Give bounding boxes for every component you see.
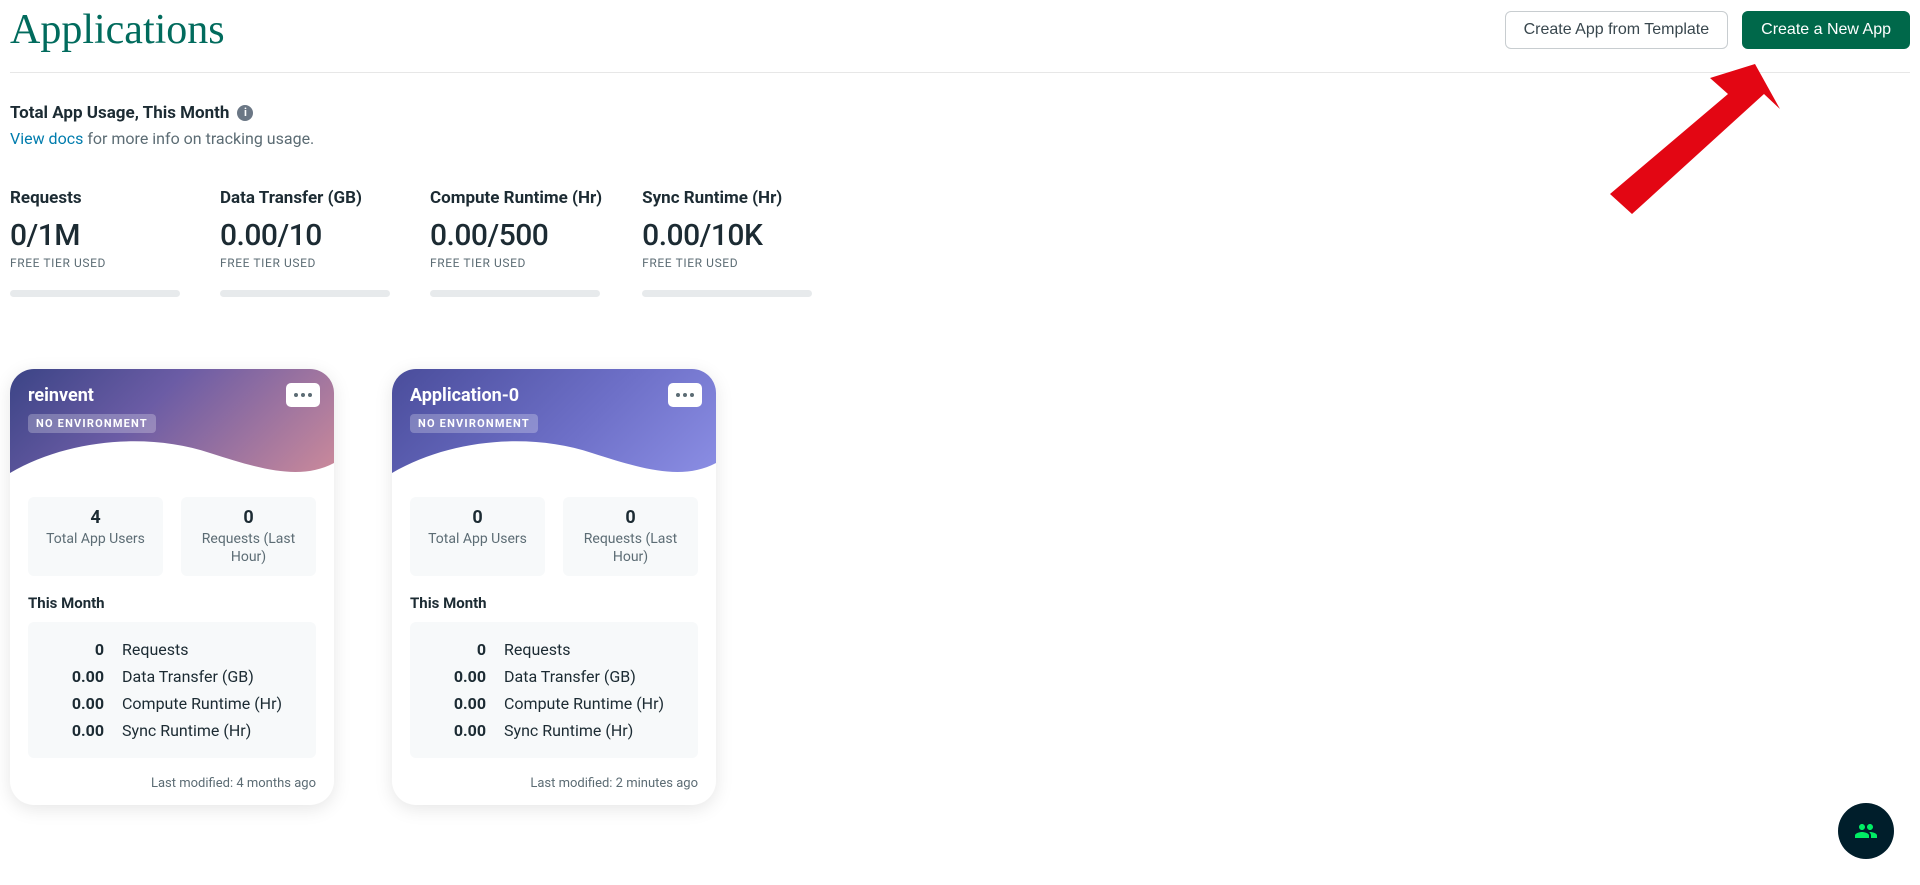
wave-decoration [10,433,334,488]
month-row: 0 Requests [42,636,302,663]
month-value: 0 [424,640,504,659]
usage-docs-suffix: for more info on tracking usage. [83,129,314,148]
metric-progress-bar [642,290,812,297]
stat-value: 0 [571,507,690,528]
month-value: 0.00 [42,721,122,740]
month-table: 0 Requests 0.00 Data Transfer (GB) 0.00 … [410,622,698,758]
month-row: 0.00 Sync Runtime (Hr) [42,717,302,744]
month-label: Requests [504,640,684,659]
stat-total-users: 0 Total App Users [410,497,545,576]
stat-label: Requests (Last Hour) [571,530,690,566]
metric-title: Data Transfer (GB) [220,188,390,208]
stat-pair: 4 Total App Users 0 Requests (Last Hour) [28,497,316,576]
applications-grid: reinvent NO ENVIRONMENT 4 Total App User… [10,369,1910,805]
stat-value: 0 [189,507,308,528]
month-label: Data Transfer (GB) [122,667,302,686]
page-header: Applications Create App from Template Cr… [10,0,1910,73]
wave-decoration [392,433,716,488]
month-row: 0 Requests [424,636,684,663]
header-actions: Create App from Template Create a New Ap… [1505,11,1910,48]
month-label: Compute Runtime (Hr) [504,694,684,713]
usage-docs: View docs for more info on tracking usag… [10,129,1910,148]
app-name: Application-0 [410,385,698,406]
view-docs-link[interactable]: View docs [10,129,83,148]
stat-label: Requests (Last Hour) [189,530,308,566]
month-value: 0.00 [424,694,504,713]
usage-metric: Sync Runtime (Hr) 0.00/10K FREE TIER USE… [642,188,812,297]
metric-value: 0/1M [10,218,180,253]
card-menu-button[interactable] [286,383,320,407]
stat-value: 0 [418,507,537,528]
month-label: Data Transfer (GB) [504,667,684,686]
usage-metric: Data Transfer (GB) 0.00/10 FREE TIER USE… [220,188,390,297]
metric-title: Compute Runtime (Hr) [430,188,602,208]
month-label: Requests [122,640,302,659]
card-header: reinvent NO ENVIRONMENT [10,369,334,487]
stat-label: Total App Users [36,530,155,548]
usage-metric: Requests 0/1M FREE TIER USED [10,188,180,297]
app-name: reinvent [28,385,316,406]
support-chat-button[interactable] [1838,803,1894,859]
stat-label: Total App Users [418,530,537,548]
environment-badge: NO ENVIRONMENT [28,414,156,433]
metrics-row: Requests 0/1M FREE TIER USED Data Transf… [10,188,1910,297]
last-modified: Last modified: 2 minutes ago [410,776,698,791]
month-row: 0.00 Compute Runtime (Hr) [42,690,302,717]
card-body: 0 Total App Users 0 Requests (Last Hour)… [392,487,716,805]
metric-value: 0.00/10K [642,218,812,253]
stat-total-users: 4 Total App Users [28,497,163,576]
month-value: 0.00 [424,721,504,740]
usage-header: Total App Usage, This Month i [10,103,1910,123]
month-row: 0.00 Data Transfer (GB) [42,663,302,690]
usage-metric: Compute Runtime (Hr) 0.00/500 FREE TIER … [430,188,602,297]
metric-progress-bar [430,290,600,297]
environment-badge: NO ENVIRONMENT [410,414,538,433]
month-value: 0 [42,640,122,659]
stat-value: 4 [36,507,155,528]
month-value: 0.00 [42,667,122,686]
create-from-template-button[interactable]: Create App from Template [1505,11,1729,48]
month-label: Sync Runtime (Hr) [122,721,302,740]
card-header: Application-0 NO ENVIRONMENT [392,369,716,487]
this-month-heading: This Month [410,594,698,612]
metric-subtext: FREE TIER USED [220,256,390,270]
last-modified: Last modified: 4 months ago [28,776,316,791]
people-icon [1854,819,1878,843]
usage-heading: Total App Usage, This Month [10,103,229,123]
metric-value: 0.00/10 [220,218,390,253]
metric-subtext: FREE TIER USED [430,256,602,270]
metric-title: Sync Runtime (Hr) [642,188,812,208]
metric-subtext: FREE TIER USED [642,256,812,270]
month-label: Sync Runtime (Hr) [504,721,684,740]
month-row: 0.00 Compute Runtime (Hr) [424,690,684,717]
metric-title: Requests [10,188,180,208]
create-new-app-button[interactable]: Create a New App [1742,11,1910,48]
stat-pair: 0 Total App Users 0 Requests (Last Hour) [410,497,698,576]
usage-section: Total App Usage, This Month i View docs … [10,73,1910,297]
card-menu-button[interactable] [668,383,702,407]
application-card[interactable]: Application-0 NO ENVIRONMENT 0 Total App… [392,369,716,805]
metric-value: 0.00/500 [430,218,602,253]
month-row: 0.00 Sync Runtime (Hr) [424,717,684,744]
month-row: 0.00 Data Transfer (GB) [424,663,684,690]
metric-progress-bar [10,290,180,297]
this-month-heading: This Month [28,594,316,612]
month-label: Compute Runtime (Hr) [122,694,302,713]
month-value: 0.00 [424,667,504,686]
stat-requests-last-hour: 0 Requests (Last Hour) [563,497,698,576]
page-title: Applications [10,6,225,54]
info-icon[interactable]: i [237,105,253,121]
month-table: 0 Requests 0.00 Data Transfer (GB) 0.00 … [28,622,316,758]
metric-subtext: FREE TIER USED [10,256,180,270]
metric-progress-bar [220,290,390,297]
stat-requests-last-hour: 0 Requests (Last Hour) [181,497,316,576]
month-value: 0.00 [42,694,122,713]
card-body: 4 Total App Users 0 Requests (Last Hour)… [10,487,334,805]
application-card[interactable]: reinvent NO ENVIRONMENT 4 Total App User… [10,369,334,805]
